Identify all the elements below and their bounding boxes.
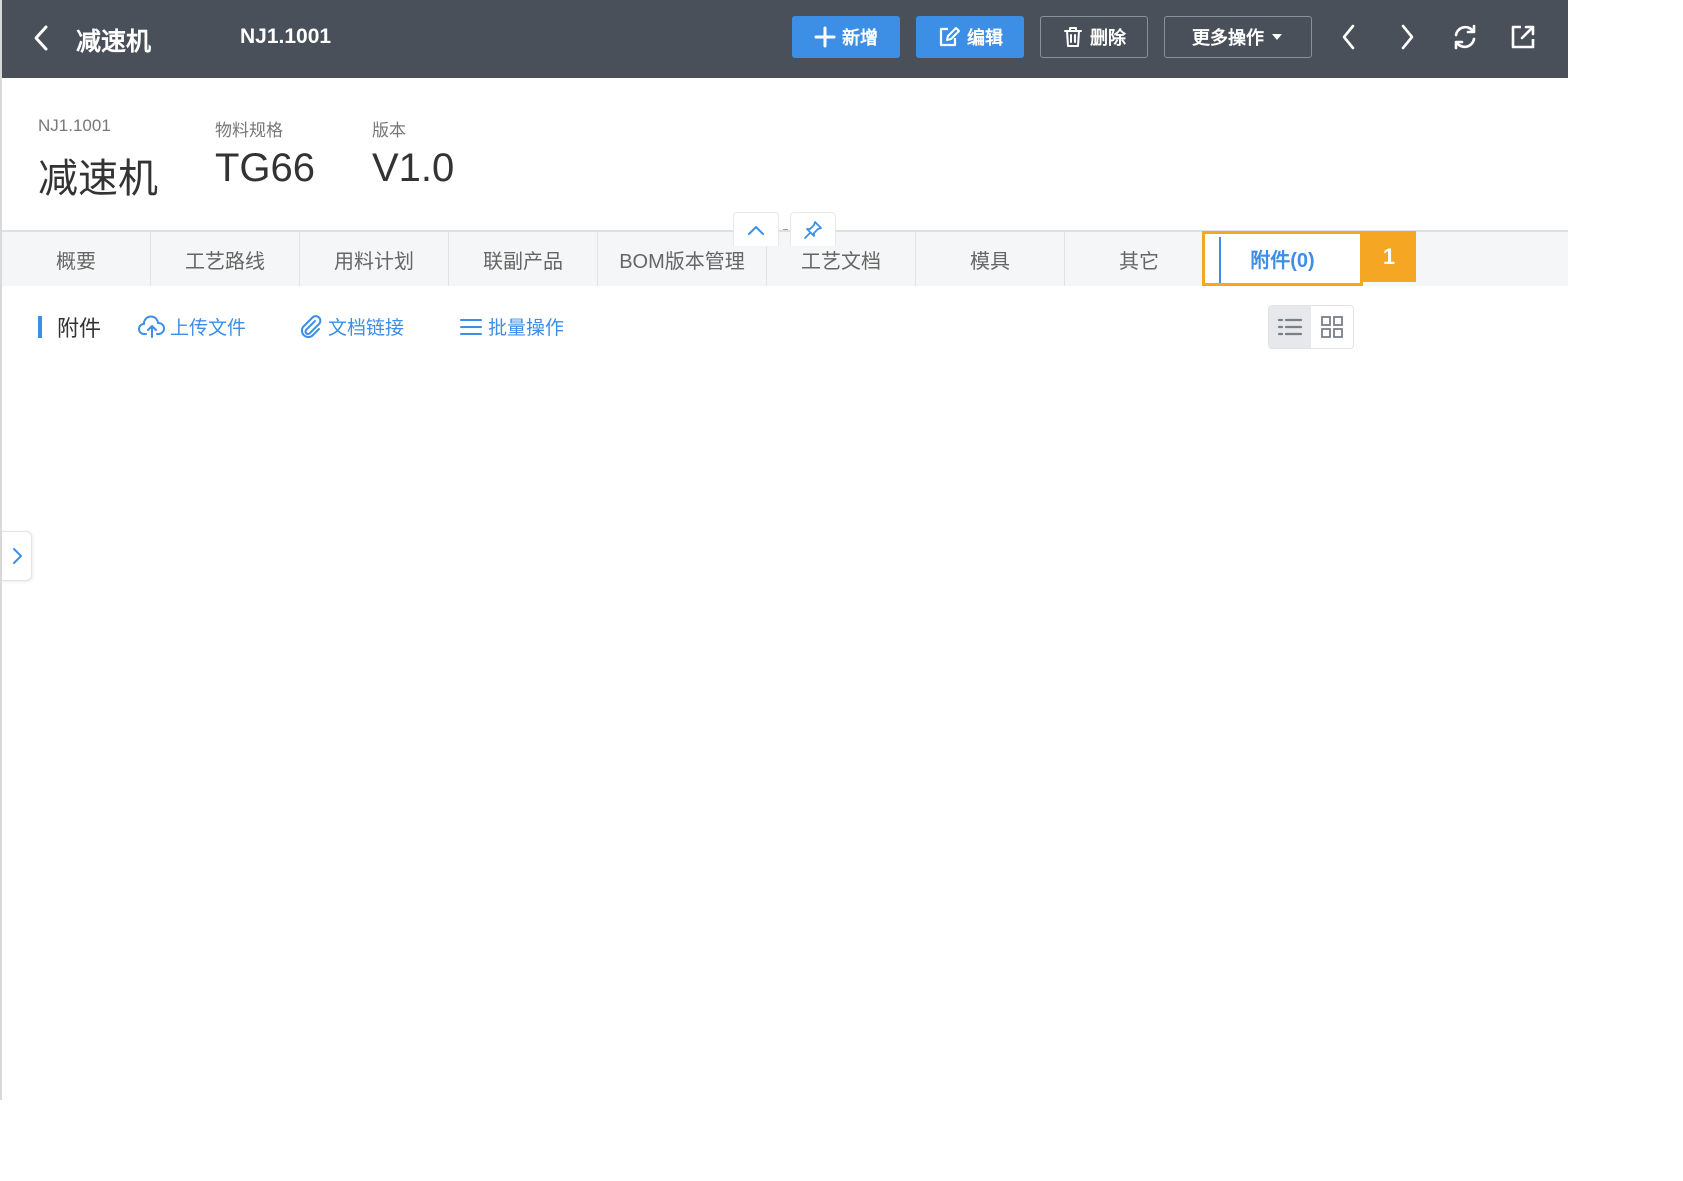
section-accent-bar [38, 316, 42, 338]
upload-file-button[interactable]: 上传文件 [138, 313, 246, 340]
menu-lines-icon [460, 318, 482, 335]
grid-view-button[interactable] [1311, 306, 1353, 348]
view-mode-toggle [1268, 305, 1354, 349]
summary-name-value: 减速机 [38, 157, 158, 201]
collapse-header-button[interactable] [733, 212, 779, 246]
page-title: 减速机 [76, 28, 152, 56]
batch-operations-button[interactable]: 批量操作 [458, 313, 564, 340]
list-view-button[interactable] [1269, 306, 1311, 348]
chevron-right-icon [1401, 24, 1414, 50]
tab-by-products[interactable]: 联副产品 [449, 232, 598, 286]
chevron-left-icon [1342, 24, 1355, 50]
attachments-section-title: 附件 [57, 316, 102, 341]
summary-spec-label: 物料规格 [215, 121, 283, 140]
previous-record-button[interactable] [1330, 18, 1368, 56]
summary-version-value: V1.0 [372, 146, 455, 190]
delete-button[interactable]: 删除 [1040, 16, 1148, 58]
next-record-button[interactable] [1388, 18, 1426, 56]
tab-molds[interactable]: 模具 [916, 232, 1065, 286]
refresh-icon [1454, 24, 1476, 50]
summary-code-label: NJ1.1001 [38, 116, 111, 135]
chevron-up-icon [748, 225, 764, 235]
summary-spec-value: TG66 [215, 146, 316, 190]
add-button-label: 新增 [842, 28, 878, 48]
record-code: NJ1.1001 [240, 25, 332, 48]
document-link-label: 文档链接 [328, 318, 405, 339]
document-link-button[interactable]: 文档链接 [298, 313, 404, 340]
control-separator [783, 229, 788, 230]
tab-material-plan[interactable]: 用料计划 [300, 232, 449, 286]
tab-process-route[interactable]: 工艺路线 [151, 232, 300, 286]
step-marker-badge: 1 [1362, 231, 1416, 282]
header-bar: 减速机 NJ1.1001 新增 编辑 删除 更多操作 [2, 0, 1568, 78]
tab-other[interactable]: 其它 [1065, 232, 1214, 286]
upload-file-label: 上传文件 [170, 318, 247, 339]
list-view-icon [1277, 318, 1303, 336]
plus-icon [814, 26, 836, 48]
tab-attachments-label: 附件(0) [1250, 250, 1315, 272]
active-tab-indicator [1219, 237, 1221, 283]
cloud-upload-icon [138, 315, 165, 338]
external-link-icon [1511, 25, 1535, 49]
more-actions-label: 更多操作 [1192, 28, 1264, 48]
add-button[interactable]: 新增 [792, 16, 900, 58]
trash-icon [1064, 27, 1082, 47]
chevron-right-icon [12, 548, 22, 564]
open-external-button[interactable] [1504, 18, 1542, 56]
delete-button-label: 删除 [1090, 28, 1126, 48]
caret-down-icon [1272, 34, 1282, 40]
side-panel-expand-button[interactable] [2, 531, 32, 581]
pin-icon [804, 220, 822, 239]
tab-overview[interactable]: 概要 [2, 232, 151, 286]
paperclip-icon [300, 314, 322, 338]
chevron-left-icon [34, 25, 48, 51]
grid-view-icon [1321, 316, 1343, 338]
edit-button-label: 编辑 [967, 28, 1003, 48]
edit-button[interactable]: 编辑 [916, 16, 1024, 58]
tab-attachments[interactable]: 附件(0) [1202, 231, 1363, 286]
more-actions-dropdown[interactable]: 更多操作 [1164, 16, 1312, 58]
refresh-button[interactable] [1446, 18, 1484, 56]
back-button[interactable] [26, 20, 58, 56]
summary-version-label: 版本 [372, 121, 406, 140]
pin-header-button[interactable] [790, 212, 836, 246]
edit-icon [939, 27, 960, 47]
batch-operations-label: 批量操作 [488, 318, 565, 339]
